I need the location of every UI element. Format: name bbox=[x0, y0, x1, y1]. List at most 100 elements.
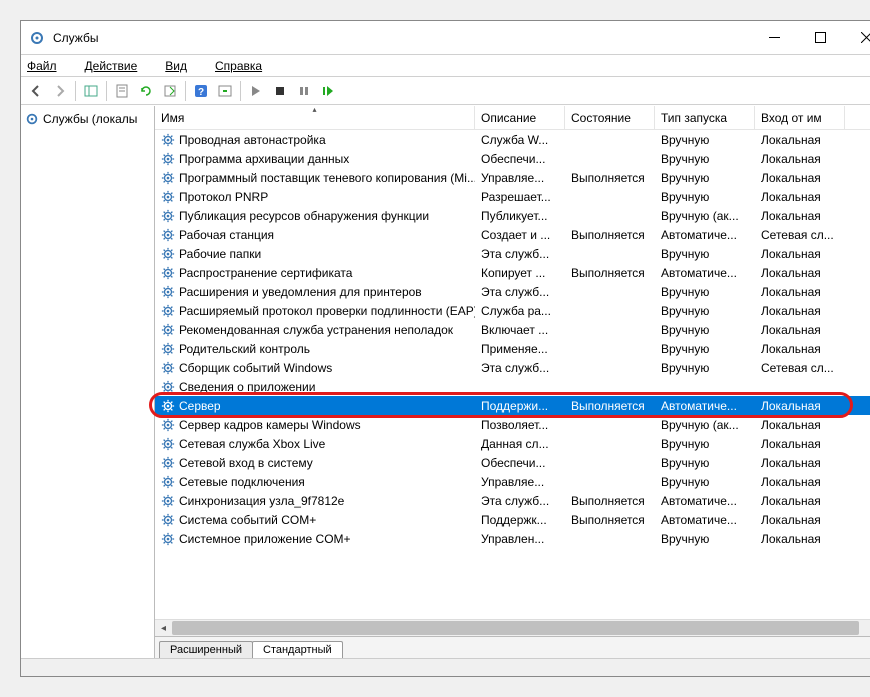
table-row[interactable]: Распространение сертификатаКопирует ...В… bbox=[155, 263, 870, 282]
cell-description: Публикует... bbox=[475, 209, 565, 223]
table-row[interactable]: Рекомендованная служба устранения непола… bbox=[155, 320, 870, 339]
table-row[interactable]: Расширения и уведомления для принтеровЭт… bbox=[155, 282, 870, 301]
table-row[interactable]: Расширяемый протокол проверки подлинност… bbox=[155, 301, 870, 320]
cell-startup: Вручную bbox=[655, 304, 755, 318]
cell-name: Система событий COM+ bbox=[155, 513, 475, 527]
cell-startup: Автоматиче... bbox=[655, 266, 755, 280]
table-row[interactable]: Проводная автонастройкаСлужба W...Вручну… bbox=[155, 130, 870, 149]
cell-name: Сетевая служба Xbox Live bbox=[155, 437, 475, 451]
h-scroll-thumb[interactable] bbox=[172, 621, 859, 635]
maximize-button[interactable] bbox=[797, 21, 843, 55]
table-row[interactable]: Сетевые подключенияУправляе...ВручнуюЛок… bbox=[155, 472, 870, 491]
cell-state: Выполняется bbox=[565, 494, 655, 508]
cell-name: Рабочие папки bbox=[155, 247, 475, 261]
gear-icon bbox=[161, 513, 175, 527]
cell-logon: Локальная bbox=[755, 399, 845, 413]
header-startup[interactable]: Тип запуска bbox=[655, 106, 755, 129]
cell-logon: Локальная bbox=[755, 342, 845, 356]
cell-description: Копирует ... bbox=[475, 266, 565, 280]
horizontal-scrollbar[interactable]: ◂ ▸ bbox=[155, 619, 870, 636]
table-row[interactable]: Сведения о приложении bbox=[155, 377, 870, 396]
titlebar[interactable]: Службы bbox=[21, 21, 870, 55]
list-pane: Имя▴ Описание Состояние Тип запуска Вход… bbox=[155, 106, 870, 658]
gear-icon bbox=[161, 399, 175, 413]
cell-description: Поддержи... bbox=[475, 399, 565, 413]
cell-logon: Локальная bbox=[755, 152, 845, 166]
cell-startup: Вручную bbox=[655, 152, 755, 166]
header-description[interactable]: Описание bbox=[475, 106, 565, 129]
start-button[interactable] bbox=[245, 80, 267, 102]
menu-view[interactable]: Вид bbox=[165, 59, 201, 73]
cell-startup: Вручную bbox=[655, 190, 755, 204]
table-row[interactable]: Сервер кадров камеры WindowsПозволяет...… bbox=[155, 415, 870, 434]
back-button[interactable] bbox=[25, 80, 47, 102]
tree-root-services[interactable]: Службы (локалы bbox=[23, 110, 152, 128]
table-row[interactable]: Система событий COM+Поддержк...Выполняет… bbox=[155, 510, 870, 529]
table-row[interactable]: Сетевой вход в системуОбеспечи...Вручную… bbox=[155, 453, 870, 472]
table-row[interactable]: Протокол PNRPРазрешает...ВручнуюЛокальна… bbox=[155, 187, 870, 206]
action-list-button[interactable] bbox=[214, 80, 236, 102]
help-button[interactable]: ? bbox=[190, 80, 212, 102]
cell-name: Публикация ресурсов обнаружения функции bbox=[155, 209, 475, 223]
cell-description: Разрешает... bbox=[475, 190, 565, 204]
refresh-button[interactable] bbox=[135, 80, 157, 102]
cell-description: Эта служб... bbox=[475, 247, 565, 261]
cell-description: Создает и ... bbox=[475, 228, 565, 242]
cell-description: Эта служб... bbox=[475, 494, 565, 508]
cell-logon: Локальная bbox=[755, 494, 845, 508]
services-list[interactable]: Проводная автонастройкаСлужба W...Вручну… bbox=[155, 130, 870, 619]
forward-button[interactable] bbox=[49, 80, 71, 102]
table-row[interactable]: Сетевая служба Xbox LiveДанная сл...Вруч… bbox=[155, 434, 870, 453]
cell-logon: Локальная bbox=[755, 532, 845, 546]
svg-text:?: ? bbox=[198, 87, 204, 98]
cell-startup: Автоматиче... bbox=[655, 513, 755, 527]
cell-logon: Локальная bbox=[755, 418, 845, 432]
cell-name: Сведения о приложении bbox=[155, 380, 475, 394]
table-row[interactable]: СерверПоддержи...ВыполняетсяАвтоматиче..… bbox=[155, 396, 870, 415]
gear-icon bbox=[161, 380, 175, 394]
cell-state: Выполняется bbox=[565, 513, 655, 527]
show-hide-button[interactable] bbox=[80, 80, 102, 102]
tab-extended[interactable]: Расширенный bbox=[159, 641, 253, 658]
menu-file[interactable]: Файл bbox=[27, 59, 71, 73]
table-row[interactable]: Родительский контрольПрименяе...ВручнуюЛ… bbox=[155, 339, 870, 358]
table-row[interactable]: Публикация ресурсов обнаружения функцииП… bbox=[155, 206, 870, 225]
minimize-button[interactable] bbox=[751, 21, 797, 55]
header-state[interactable]: Состояние bbox=[565, 106, 655, 129]
cell-startup: Автоматиче... bbox=[655, 228, 755, 242]
cell-startup: Вручную bbox=[655, 171, 755, 185]
table-row[interactable]: Программный поставщик теневого копирован… bbox=[155, 168, 870, 187]
table-row[interactable]: Системное приложение COM+Управлен... Вруч… bbox=[155, 529, 870, 548]
cell-description: Служба ра... bbox=[475, 304, 565, 318]
tree-pane[interactable]: Службы (локалы bbox=[21, 106, 155, 658]
cell-description: Поддержк... bbox=[475, 513, 565, 527]
gear-icon bbox=[161, 437, 175, 451]
stop-button[interactable] bbox=[269, 80, 291, 102]
restart-button[interactable] bbox=[317, 80, 339, 102]
close-button[interactable] bbox=[843, 21, 870, 55]
gear-icon bbox=[161, 342, 175, 356]
pause-button[interactable] bbox=[293, 80, 315, 102]
tab-standard[interactable]: Стандартный bbox=[252, 641, 343, 658]
table-row[interactable]: Программа архивации данныхОбеспечи...Вру… bbox=[155, 149, 870, 168]
header-logon[interactable]: Вход от им bbox=[755, 106, 845, 129]
header-name[interactable]: Имя▴ bbox=[155, 106, 475, 129]
properties-button[interactable] bbox=[111, 80, 133, 102]
gear-icon bbox=[161, 323, 175, 337]
export-button[interactable] bbox=[159, 80, 181, 102]
cell-startup: Вручную bbox=[655, 532, 755, 546]
table-row[interactable]: Синхронизация узла_9f7812eЭта служб...Вы… bbox=[155, 491, 870, 510]
menu-help[interactable]: Справка bbox=[215, 59, 276, 73]
cell-logon: Локальная bbox=[755, 209, 845, 223]
cell-description: Управлен... bbox=[475, 532, 565, 546]
menu-action[interactable]: Действие bbox=[85, 59, 152, 73]
cell-name: Системное приложение COM+ bbox=[155, 532, 475, 546]
table-row[interactable]: Рабочая станцияСоздает и ...ВыполняетсяА… bbox=[155, 225, 870, 244]
table-row[interactable]: Сборщик событий WindowsЭта служб...Вручн… bbox=[155, 358, 870, 377]
scroll-left-icon[interactable]: ◂ bbox=[155, 623, 172, 634]
cell-startup: Автоматиче... bbox=[655, 494, 755, 508]
cell-name: Протокол PNRP bbox=[155, 190, 475, 204]
table-row[interactable]: Рабочие папкиЭта служб...ВручнуюЛокальна… bbox=[155, 244, 870, 263]
gear-icon bbox=[161, 532, 175, 546]
cell-logon: Локальная bbox=[755, 437, 845, 451]
